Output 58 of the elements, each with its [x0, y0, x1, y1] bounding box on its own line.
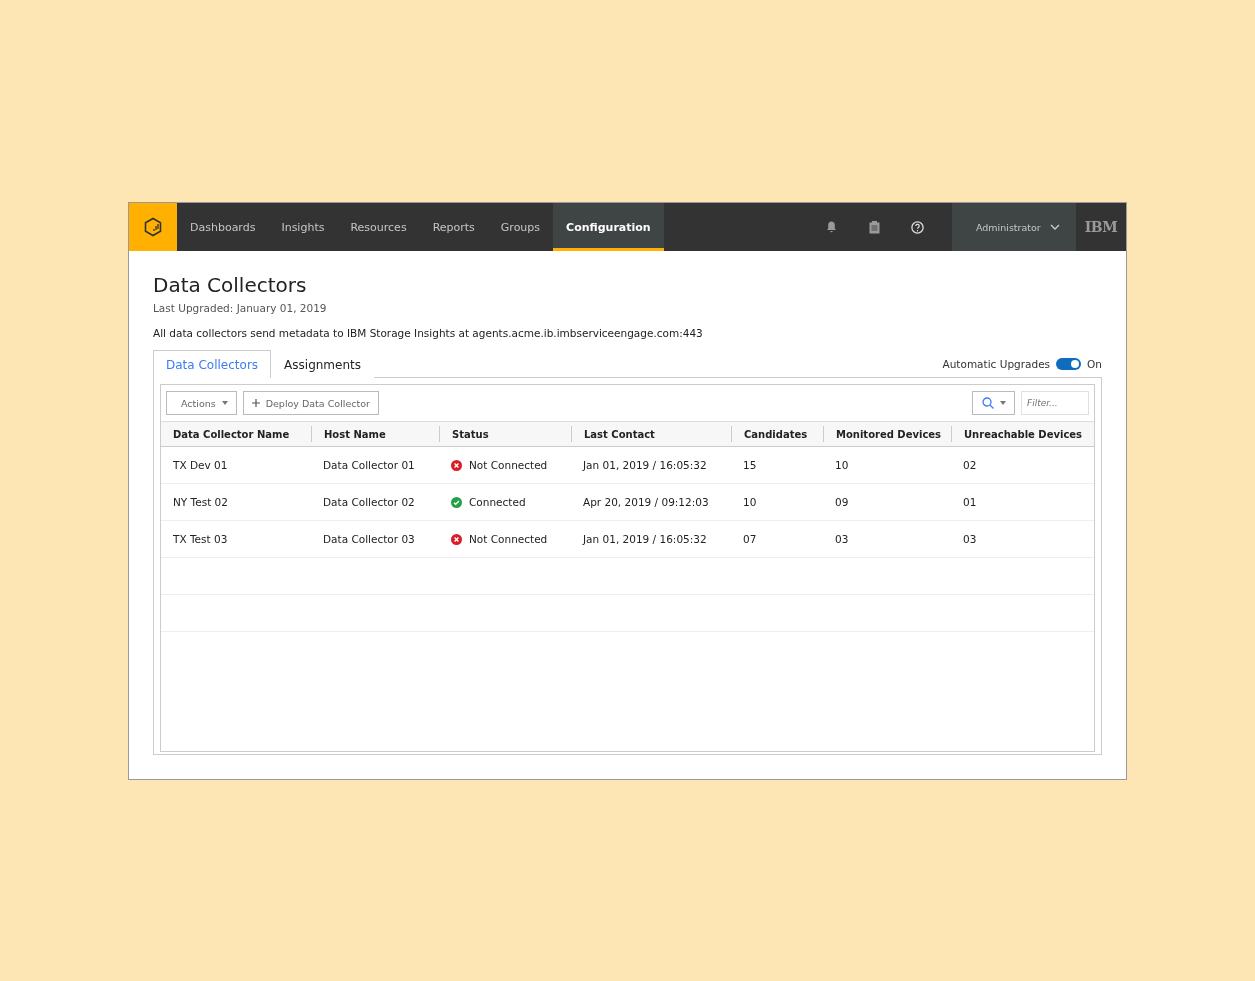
hexagon-logo-icon — [143, 217, 163, 237]
deploy-button[interactable]: Deploy Data Collector — [242, 391, 379, 415]
column-header[interactable]: Host Name — [311, 426, 439, 442]
status-text: Not Connected — [469, 533, 548, 545]
page-title: Data Collectors — [153, 273, 308, 297]
nav-tab[interactable]: Reports — [419, 203, 488, 251]
caret-icon — [999, 401, 1006, 405]
table-cell-text: 03 — [834, 533, 850, 545]
table-cell-text: TX Dev 01 — [172, 459, 229, 471]
table-cell-text: Data Collector 01 — [322, 459, 416, 471]
status-text: Connected — [469, 496, 526, 508]
nav-tab[interactable]: Insights — [268, 203, 338, 251]
table-cell-text: TX Test 03 — [172, 533, 229, 545]
brand-logo: IBM — [1083, 218, 1119, 237]
table-cell-text: NY Test 02 — [172, 496, 229, 508]
user-menu[interactable]: Administrator — [952, 203, 1076, 251]
plus-icon — [251, 399, 260, 407]
user-name: Administrator — [976, 221, 1041, 233]
table-cell-text: 15 — [742, 459, 758, 471]
table-cell-text: Apr 20, 2019 / 09:12:03 — [582, 496, 710, 508]
table-cell-text: 10 — [742, 496, 758, 508]
column-header[interactable]: Data Collector Name — [161, 426, 311, 442]
column-header[interactable]: Unreachable Devices — [951, 426, 1094, 442]
toggle-label: Automatic Upgrades — [942, 357, 1051, 370]
column-header[interactable]: Last Contact — [571, 426, 731, 442]
filter-field[interactable]: Filter... — [1021, 391, 1089, 415]
caret-icon — [221, 401, 228, 405]
table-cell-text: 07 — [742, 533, 758, 545]
table-cell-text: Data Collector 03 — [322, 533, 416, 545]
status-text: Not Connected — [469, 459, 548, 471]
table-cell-text: 09 — [834, 496, 850, 508]
table-cell-text: 10 — [834, 459, 850, 471]
column-header[interactable]: Candidates — [731, 426, 823, 442]
help-icon — [911, 220, 924, 234]
nav-tab[interactable]: Configuration — [553, 203, 664, 251]
table-cell-text: 01 — [962, 496, 978, 508]
column-header[interactable]: Status — [439, 426, 571, 442]
tab[interactable]: Data Collectors — [153, 350, 272, 378]
toggle-switch[interactable] — [1056, 357, 1082, 370]
logo-tile[interactable] — [129, 203, 177, 251]
search-icon — [981, 397, 994, 409]
nav-tab[interactable]: Resources — [337, 203, 420, 251]
table-cell-text: Jan 01, 2019 / 16:05:32 — [581, 459, 708, 471]
bell-icon — [826, 221, 837, 233]
actions-dropdown[interactable]: Actions — [166, 391, 237, 415]
clipboard-icon — [869, 220, 880, 234]
toggle-state-text: On — [1087, 357, 1102, 370]
table-cell-text: 02 — [962, 459, 978, 471]
last-upgraded-text: Last Upgraded: January 01, 2019 — [153, 302, 328, 314]
column-header[interactable]: Monitored Devices — [823, 426, 951, 442]
nav-tab[interactable]: Groups — [487, 203, 554, 251]
table-cell-text: 03 — [962, 533, 978, 545]
nav-tab[interactable]: Dashboards — [177, 203, 269, 251]
chevron-down-icon — [1050, 224, 1060, 230]
table-cell-text: Jan 01, 2019 / 16:05:32 — [581, 533, 708, 545]
table-cell-text: Data Collector 02 — [322, 496, 416, 508]
description-text: All data collectors send metadata to IBM Storage Insights at agents.acme.ib.imbserviceengage.com:443 — [153, 327, 704, 339]
search-dropdown-button[interactable] — [972, 391, 1015, 415]
